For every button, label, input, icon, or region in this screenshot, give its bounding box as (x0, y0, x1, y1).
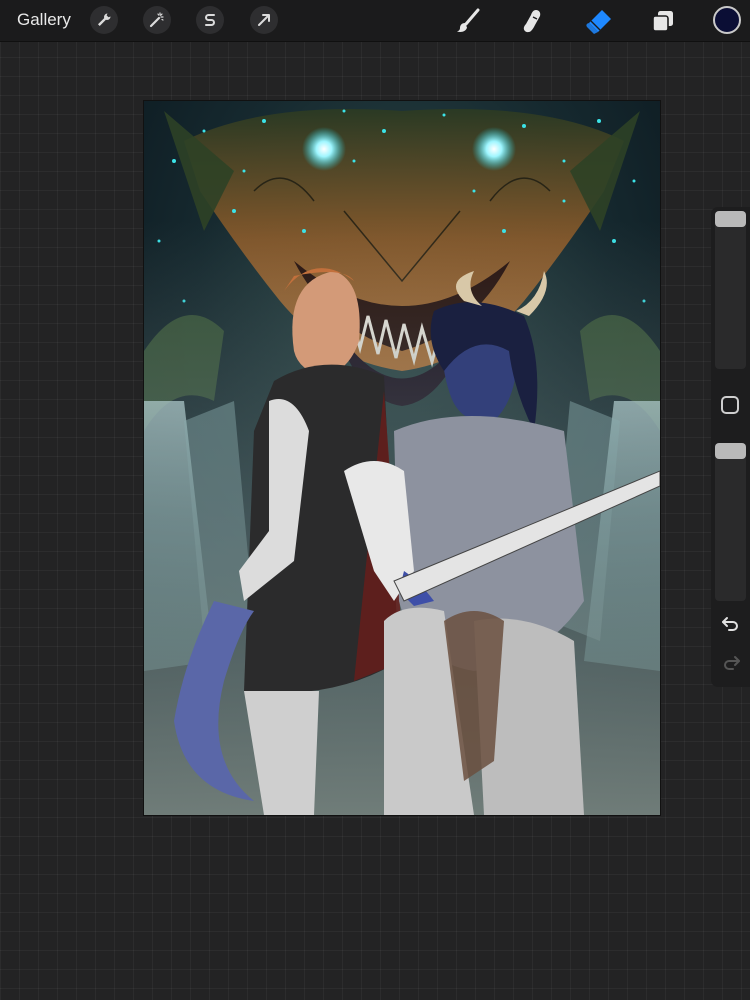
artwork-image (144, 101, 660, 815)
gallery-button[interactable]: Gallery (17, 10, 71, 30)
brush-sidebar (711, 207, 750, 687)
top-toolbar: Gallery (0, 0, 750, 42)
eraser-tool-button[interactable] (582, 5, 614, 37)
smudge-finger-icon (523, 10, 541, 33)
actions-button[interactable] (90, 6, 118, 34)
selection-s-icon (205, 14, 215, 26)
layers-icon (652, 11, 673, 32)
magic-wand-icon (149, 12, 164, 28)
transform-button[interactable] (250, 6, 278, 34)
undo-button[interactable] (720, 613, 742, 635)
smudge-tool-button[interactable] (516, 5, 548, 37)
selection-button[interactable] (196, 6, 224, 34)
arrow-cursor-icon (258, 14, 270, 26)
color-picker-button[interactable] (713, 6, 741, 34)
square-modify-icon[interactable] (721, 396, 739, 414)
adjustments-button[interactable] (143, 6, 171, 34)
brush-size-slider[interactable] (715, 211, 746, 369)
canvas[interactable] (144, 101, 660, 815)
layers-button[interactable] (647, 5, 679, 37)
wrench-icon (98, 13, 111, 26)
undo-arrow-icon (722, 617, 738, 631)
brush-tool-button[interactable] (452, 5, 484, 37)
redo-arrow-icon (724, 656, 740, 670)
eraser-icon (586, 10, 611, 34)
brush-icon (457, 8, 480, 32)
brush-size-thumb[interactable] (715, 211, 746, 227)
opacity-slider[interactable] (715, 443, 746, 601)
opacity-thumb[interactable] (715, 443, 746, 459)
redo-button[interactable] (720, 652, 742, 674)
